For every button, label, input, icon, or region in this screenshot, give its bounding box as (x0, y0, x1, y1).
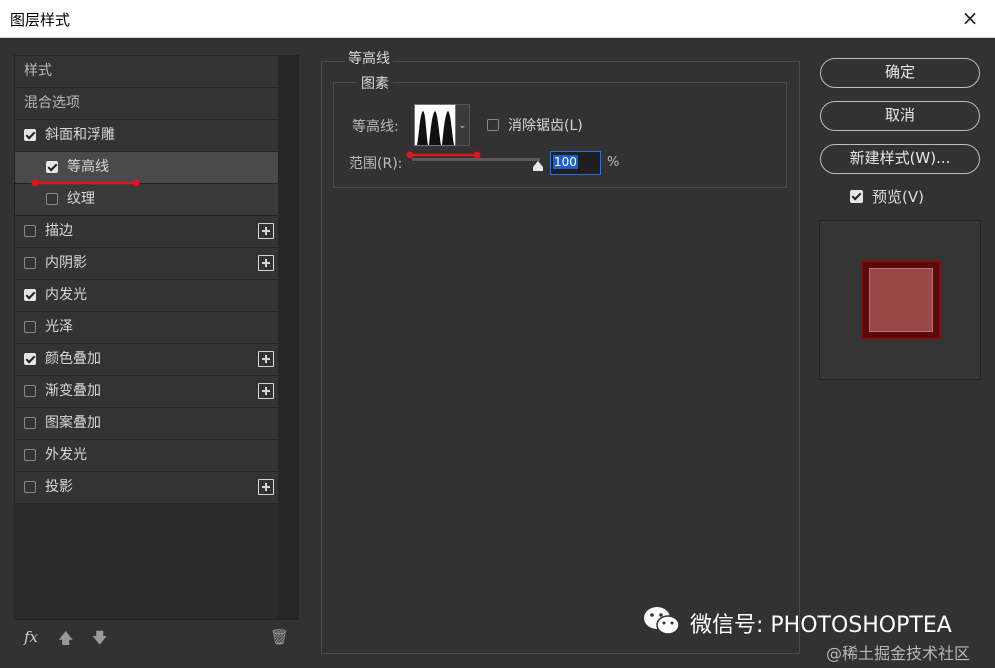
style-item[interactable]: 描边 (15, 216, 278, 248)
annotation-underline-range (406, 151, 481, 159)
style-checkbox[interactable] (24, 353, 36, 365)
chevron-down-icon[interactable]: ⌄ (456, 104, 470, 146)
style-item[interactable]: 颜色叠加 (15, 344, 278, 376)
style-checkbox[interactable] (24, 385, 36, 397)
style-checkbox[interactable] (24, 225, 36, 237)
style-item-label: 图案叠加 (45, 415, 101, 431)
preview-swatch (861, 260, 941, 340)
style-item[interactable]: 投影 (15, 472, 278, 504)
scrollbar[interactable] (278, 56, 298, 619)
style-item[interactable]: 渐变叠加 (15, 376, 278, 408)
move-down-icon[interactable]: 🡇 (92, 628, 107, 653)
style-item[interactable]: 斜面和浮雕 (15, 120, 278, 152)
style-item-label: 光泽 (45, 319, 73, 335)
style-item[interactable]: 内发光 (15, 280, 278, 312)
title-bar: 图层样式 × (0, 0, 995, 38)
style-item[interactable]: 纹理 (15, 184, 278, 216)
add-icon[interactable] (258, 255, 274, 271)
style-checkbox[interactable] (24, 257, 36, 269)
style-checkbox[interactable] (24, 129, 36, 141)
annotation-underline-list (31, 179, 140, 187)
styles-list-panel: 样式 混合选项 斜面和浮雕 等高线 纹理 描边 内阴影 内发光 光泽 颜色叠加 渐变叠加 图案叠加 外发… (14, 55, 299, 620)
styles-list: 样式 混合选项 斜面和浮雕 等高线 纹理 描边 内阴影 内发光 光泽 颜色叠加 渐变叠加 图案叠加 外发… (15, 56, 278, 504)
style-checkbox[interactable] (46, 161, 58, 173)
style-item[interactable]: 图案叠加 (15, 408, 278, 440)
wechat-icon (644, 607, 680, 635)
style-item[interactable]: 混合选项 (15, 88, 278, 120)
range-slider-handle[interactable] (532, 160, 544, 172)
style-item-label: 投影 (45, 479, 73, 495)
add-icon[interactable] (258, 383, 274, 399)
contour-curve-icon (415, 111, 455, 145)
style-checkbox[interactable] (24, 289, 36, 301)
cancel-button[interactable]: 取消 (820, 101, 980, 131)
style-item-label: 渐变叠加 (45, 383, 101, 399)
range-label: 范围(R): (349, 156, 403, 172)
style-item[interactable]: 样式 (15, 56, 278, 88)
style-checkbox[interactable] (24, 449, 36, 461)
style-item-label: 内阴影 (45, 255, 87, 271)
ok-button[interactable]: 确定 (820, 58, 980, 88)
style-item-label: 颜色叠加 (45, 351, 101, 367)
add-icon[interactable] (258, 223, 274, 239)
range-input[interactable]: 100 (550, 151, 601, 175)
contour-group-title: 等高线 (345, 48, 393, 68)
style-checkbox[interactable] (24, 417, 36, 429)
add-icon[interactable] (258, 351, 274, 367)
trash-icon[interactable]: 🗑 (270, 628, 289, 646)
fx-icon[interactable]: fx (24, 628, 38, 646)
style-item[interactable]: 光泽 (15, 312, 278, 344)
anti-alias-label: 消除锯齿(L) (508, 118, 583, 134)
style-item-label: 纹理 (67, 191, 95, 207)
style-checkbox[interactable] (24, 321, 36, 333)
new-style-button[interactable]: 新建样式(W)... (820, 144, 980, 174)
styles-toolbar: fx 🡅 🡇 🗑 (14, 624, 299, 652)
contour-curve-picker[interactable] (414, 104, 456, 146)
watermark-text: 微信号: PHOTOSHOPTEA (690, 613, 952, 638)
style-item-label: 样式 (24, 63, 52, 79)
watermark-credit: @稀土掘金技术社区 (826, 644, 971, 663)
preview-checkbox[interactable] (850, 190, 863, 203)
style-item-label: 外发光 (45, 447, 87, 463)
elements-group-title: 图素 (357, 73, 393, 93)
style-item-label: 描边 (45, 223, 73, 239)
move-up-icon[interactable]: 🡅 (58, 628, 73, 653)
style-item-label: 内发光 (45, 287, 87, 303)
style-checkbox[interactable] (46, 193, 58, 205)
window-title: 图层样式 (10, 11, 71, 29)
close-icon[interactable]: × (959, 7, 981, 29)
style-item-label: 斜面和浮雕 (45, 127, 115, 143)
contour-label: 等高线: (352, 119, 399, 135)
style-item[interactable]: 内阴影 (15, 248, 278, 280)
add-icon[interactable] (258, 479, 274, 495)
style-item[interactable]: 外发光 (15, 440, 278, 472)
preview-label: 预览(V) (872, 188, 924, 206)
range-unit: % (607, 155, 620, 170)
style-item-label: 混合选项 (24, 95, 80, 111)
preview-box (819, 220, 981, 380)
style-checkbox[interactable] (24, 481, 36, 493)
anti-alias-checkbox[interactable] (487, 119, 499, 131)
